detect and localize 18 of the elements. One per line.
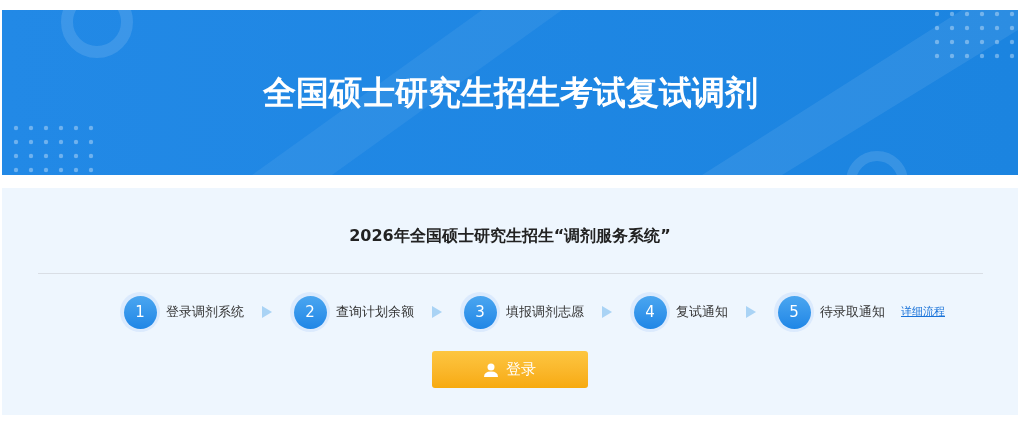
step-number: 5 [777, 295, 811, 329]
process-link[interactable]: 详细流程 [901, 303, 945, 321]
step-label: 填报调剂志愿 [506, 303, 584, 322]
step-label: 登录调剂系统 [166, 303, 244, 322]
banner-title: 全国硕士研究生招生考试复试调剂 [262, 71, 758, 114]
step-arrow-icon [262, 306, 272, 318]
step-arrow-icon [432, 306, 442, 318]
step-label: 查询计划余额 [336, 303, 414, 322]
step-label: 待录取通知 [820, 303, 885, 322]
step-number: 3 [463, 295, 497, 329]
user-icon [484, 362, 498, 377]
step-arrow-icon [602, 306, 612, 318]
step-arrow-icon [746, 306, 756, 318]
step-number: 2 [293, 295, 327, 329]
step-number: 4 [633, 295, 667, 329]
step-number: 1 [123, 295, 157, 329]
step-label: 复试通知 [676, 303, 728, 322]
system-heading: 2026年全国硕士研究生招生“调剂服务系统” [349, 226, 671, 246]
